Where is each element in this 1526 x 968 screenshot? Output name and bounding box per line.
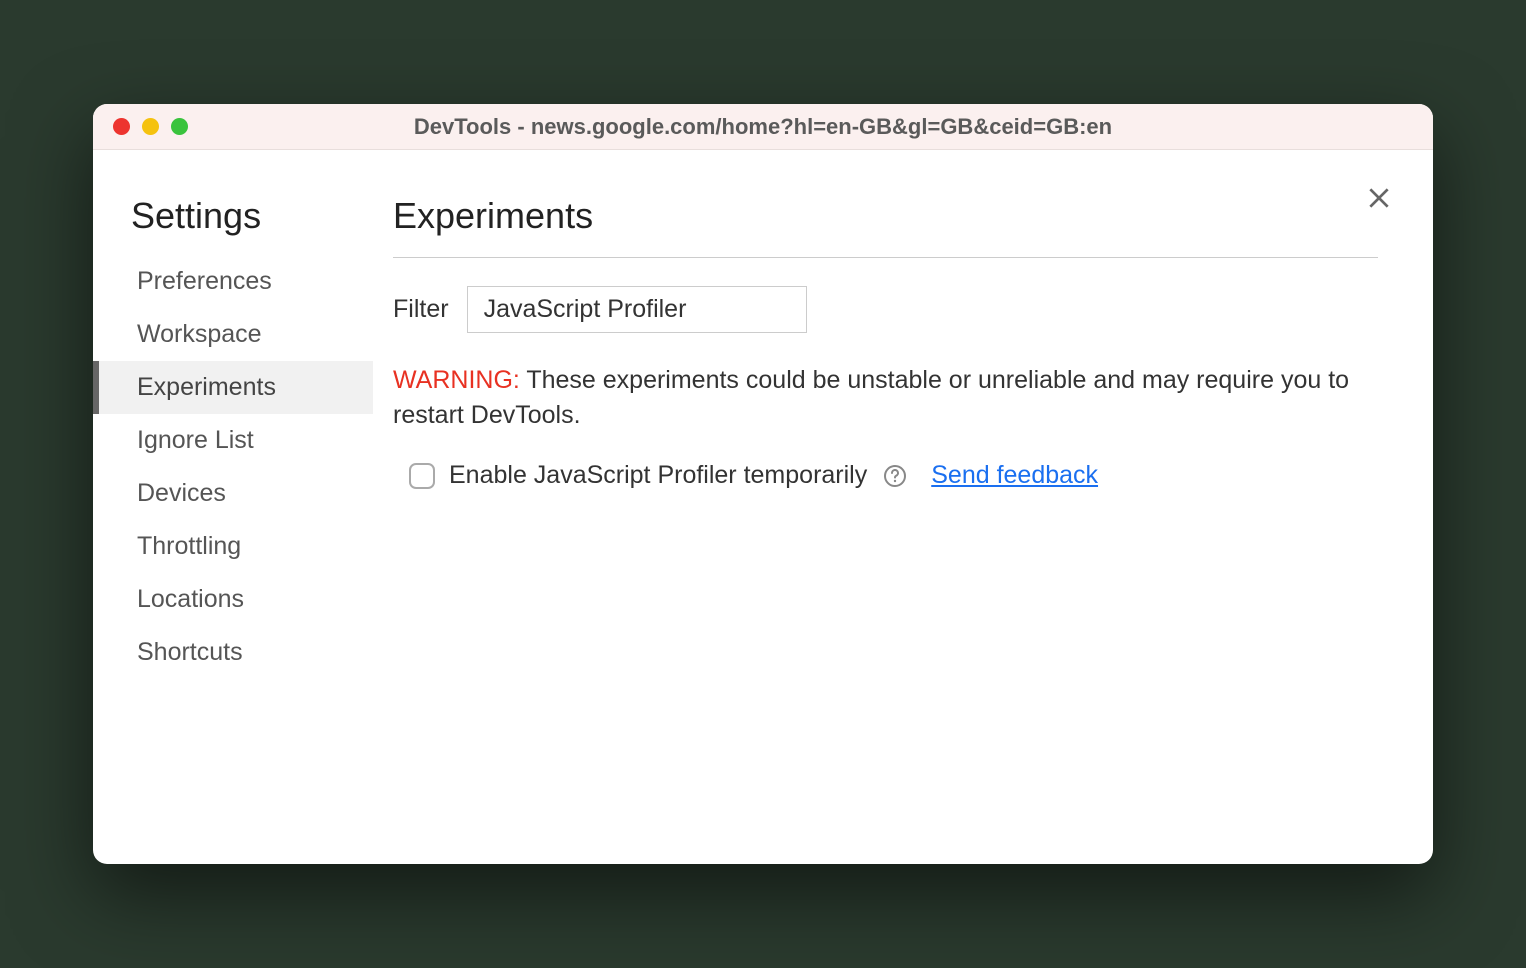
close-icon xyxy=(1366,185,1392,211)
sidebar-item-label: Workspace xyxy=(137,320,262,348)
sidebar-item-label: Devices xyxy=(137,479,226,507)
sidebar-title: Settings xyxy=(93,195,373,255)
experiment-row: Enable JavaScript Profiler temporarily S… xyxy=(393,461,1378,490)
experiment-checkbox[interactable] xyxy=(409,463,435,489)
sidebar-items: Preferences Workspace Experiments Ignore… xyxy=(93,255,373,679)
window-minimize-dot[interactable] xyxy=(142,118,159,135)
sidebar-item-devices[interactable]: Devices xyxy=(93,467,373,520)
send-feedback-link[interactable]: Send feedback xyxy=(931,461,1098,490)
close-button[interactable] xyxy=(1361,180,1397,216)
window-title: DevTools - news.google.com/home?hl=en-GB… xyxy=(93,114,1433,140)
traffic-lights xyxy=(113,118,188,135)
sidebar-item-shortcuts[interactable]: Shortcuts xyxy=(93,626,373,679)
help-icon[interactable] xyxy=(883,464,907,488)
window-maximize-dot[interactable] xyxy=(171,118,188,135)
devtools-settings-window: DevTools - news.google.com/home?hl=en-GB… xyxy=(93,104,1433,864)
sidebar-item-workspace[interactable]: Workspace xyxy=(93,308,373,361)
sidebar-item-throttling[interactable]: Throttling xyxy=(93,520,373,573)
sidebar-item-label: Experiments xyxy=(137,373,276,401)
panel-title: Experiments xyxy=(393,195,1378,258)
window-titlebar: DevTools - news.google.com/home?hl=en-GB… xyxy=(93,104,1433,150)
content-area: Settings Preferences Workspace Experimen… xyxy=(93,150,1433,864)
warning-prefix: WARNING: xyxy=(393,366,520,394)
filter-row: Filter xyxy=(393,286,1378,333)
window-close-dot[interactable] xyxy=(113,118,130,135)
sidebar-item-preferences[interactable]: Preferences xyxy=(93,255,373,308)
main-panel: Experiments Filter WARNING: These experi… xyxy=(373,150,1433,864)
sidebar-item-label: Preferences xyxy=(137,267,272,295)
sidebar-item-label: Locations xyxy=(137,585,244,613)
settings-sidebar: Settings Preferences Workspace Experimen… xyxy=(93,150,373,864)
warning-text: WARNING: These experiments could be unst… xyxy=(393,363,1378,433)
sidebar-item-label: Ignore List xyxy=(137,426,254,454)
filter-label: Filter xyxy=(393,295,449,324)
filter-input[interactable] xyxy=(467,286,807,333)
experiment-label: Enable JavaScript Profiler temporarily xyxy=(449,461,867,490)
sidebar-item-label: Throttling xyxy=(137,532,241,560)
sidebar-item-ignore-list[interactable]: Ignore List xyxy=(93,414,373,467)
sidebar-item-experiments[interactable]: Experiments xyxy=(93,361,373,414)
warning-body: These experiments could be unstable or u… xyxy=(393,366,1349,429)
sidebar-item-locations[interactable]: Locations xyxy=(93,573,373,626)
sidebar-item-label: Shortcuts xyxy=(137,638,243,666)
